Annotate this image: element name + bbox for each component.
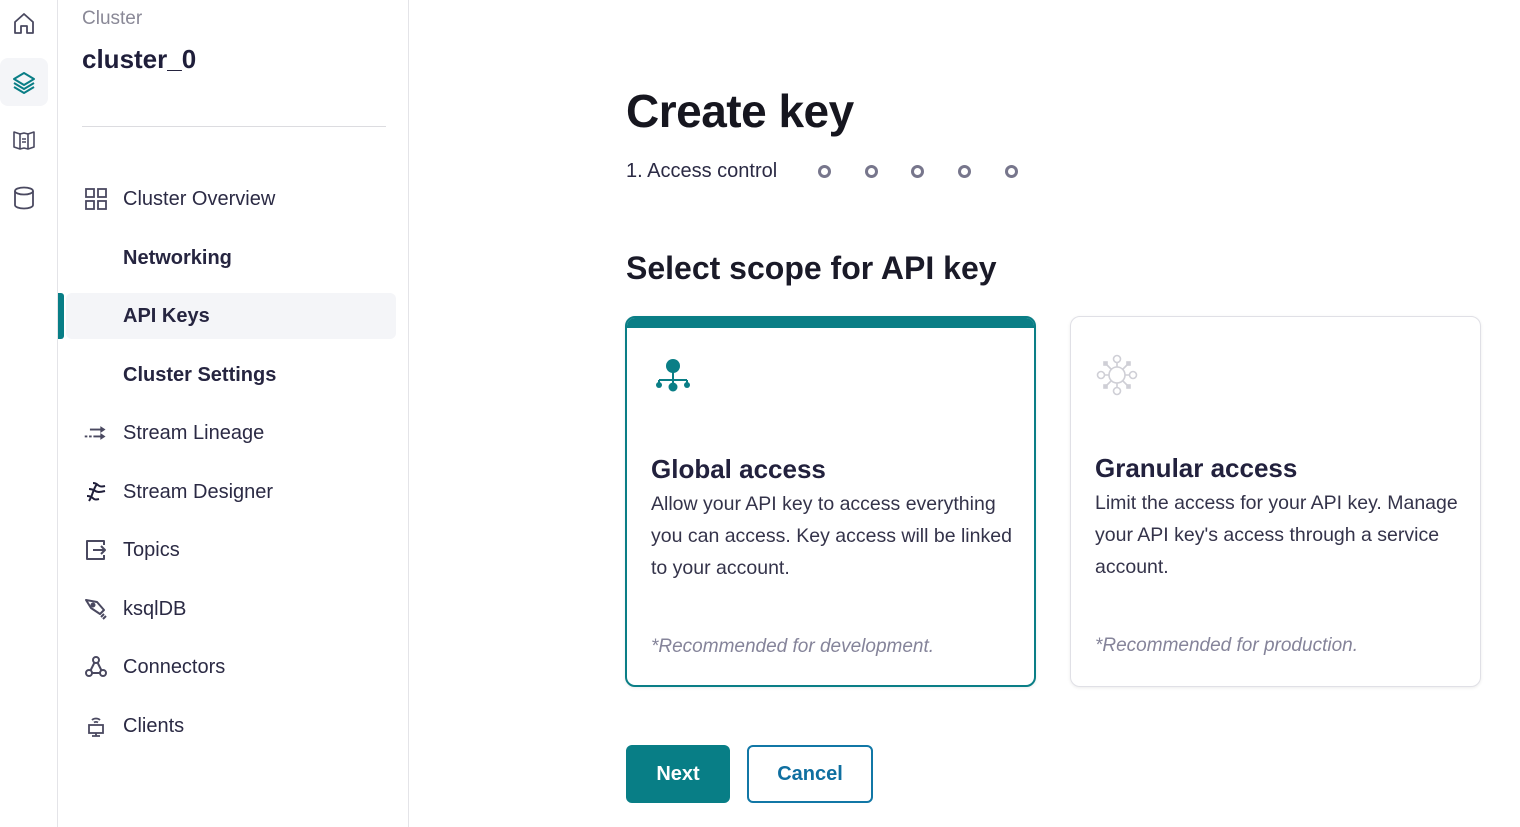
stepper-dot (865, 165, 878, 178)
next-button[interactable]: Next (626, 745, 730, 803)
scope-card-global-access[interactable]: Global access Allow your API key to acce… (625, 316, 1036, 687)
rail-database[interactable] (0, 174, 48, 222)
card-title: Granular access (1095, 453, 1298, 483)
stream-designer-icon (82, 480, 110, 504)
cluster-name: cluster_0 (82, 44, 197, 74)
topics-icon (82, 538, 110, 562)
nav-item-label: Connectors (123, 655, 226, 678)
rocket-icon (82, 597, 110, 621)
nav-item-cluster-overview[interactable]: Cluster Overview (66, 176, 396, 222)
nav-item-ksqldb[interactable]: ksqlDB (66, 586, 396, 632)
card-description: Allow your API key to access everything … (651, 493, 1012, 579)
stepper-dot (1005, 165, 1018, 178)
icon-rail (0, 0, 58, 827)
grid-icon (82, 187, 110, 211)
nav-item-clients[interactable]: Clients (66, 703, 396, 749)
nav-item-label: Clients (123, 714, 185, 737)
rail-map[interactable] (0, 116, 48, 164)
clients-icon (82, 714, 110, 738)
nav-item-networking[interactable]: Networking (66, 235, 396, 281)
home-icon (14, 13, 34, 34)
nav-item-connectors[interactable]: Connectors (66, 644, 396, 690)
stream-lineage-icon (82, 421, 110, 445)
cancel-button[interactable]: Cancel (747, 745, 873, 803)
section-title: Select scope for API key (626, 250, 997, 286)
stepper-dot (958, 165, 971, 178)
stepper-dot (911, 165, 924, 178)
stepper-dot (818, 165, 831, 178)
network-hub-icon (1096, 354, 1138, 396)
page-title: Create key (626, 85, 854, 137)
nav-divider (82, 126, 386, 127)
nav-item-label: Topics (123, 538, 180, 561)
nav-item-label: API Keys (123, 304, 210, 327)
map-icon (13, 131, 35, 150)
rail-layers[interactable] (0, 58, 48, 106)
layers-icon (13, 72, 35, 94)
nav-item-api-keys[interactable]: API Keys (66, 293, 396, 339)
connectors-icon (82, 655, 110, 679)
nav-item-label: Stream Designer (123, 480, 274, 503)
card-note: *Recommended for development. (651, 636, 935, 657)
active-indicator (58, 293, 64, 339)
nav-item-label: Networking (123, 246, 232, 269)
cluster-nav: Cluster cluster_0 Cluster Overview Netwo… (58, 0, 409, 827)
scope-card-granular-access[interactable]: Granular access Limit the access for you… (1070, 316, 1481, 687)
nav-item-stream-lineage[interactable]: Stream Lineage (66, 410, 396, 456)
nav-item-label: Cluster Settings (123, 363, 277, 386)
nav-item-label: ksqlDB (123, 597, 187, 620)
nav-item-label: Stream Lineage (123, 421, 265, 444)
rail-home[interactable] (0, 0, 48, 48)
nav-item-stream-designer[interactable]: Stream Designer (66, 469, 396, 515)
nav-item-topics[interactable]: Topics (66, 527, 396, 573)
selected-indicator (627, 318, 1034, 328)
database-icon (14, 186, 34, 210)
card-note: *Recommended for production. (1095, 635, 1358, 656)
card-description: Limit the access for your API key. Manag… (1095, 492, 1458, 578)
nav-eyebrow: Cluster (82, 8, 143, 29)
card-title: Global access (651, 454, 826, 484)
hierarchy-icon (656, 359, 690, 392)
nav-item-label: Cluster Overview (123, 187, 276, 210)
nav-item-cluster-settings[interactable]: Cluster Settings (66, 352, 396, 398)
stepper-current-step: 1. Access control (626, 160, 778, 182)
